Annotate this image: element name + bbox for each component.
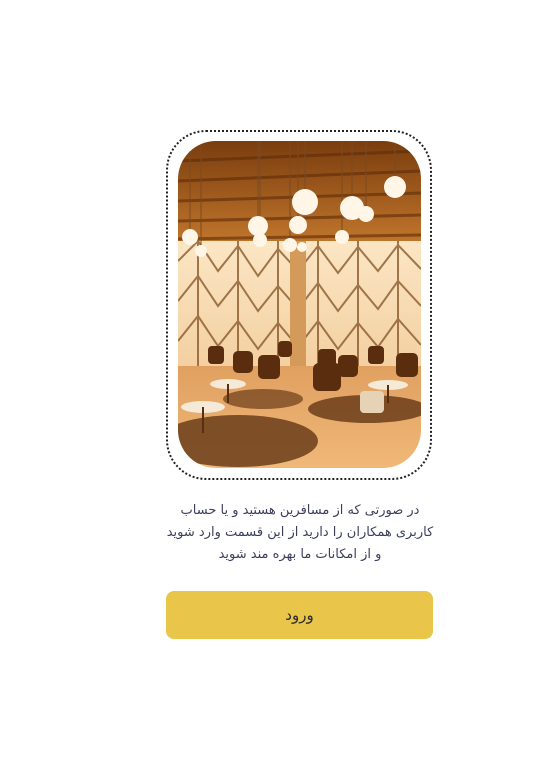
lounge-photo <box>178 141 421 468</box>
login-button[interactable]: ورود <box>166 591 433 639</box>
description-line-3: و از امکانات ما بهره مند شوید <box>218 547 382 562</box>
description-line-1: در صورتی که از مسافرین هستید و یا حساب <box>180 503 420 518</box>
login-screen: در صورتی که از مسافرین هستید و یا حساب ک… <box>0 0 535 768</box>
description-line-2: کاربری همکاران را دارید از این قسمت وارد… <box>166 525 434 540</box>
login-description: در صورتی که از مسافرین هستید و یا حساب ک… <box>150 500 450 566</box>
